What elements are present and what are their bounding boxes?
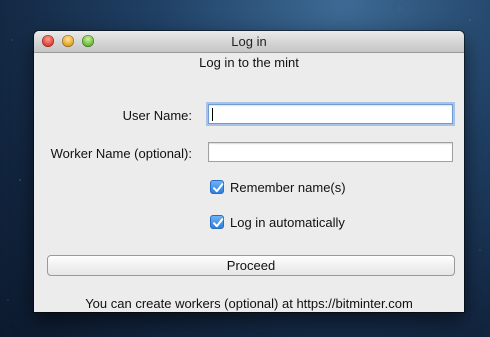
remember-names-label[interactable]: Remember name(s) bbox=[230, 180, 346, 195]
remember-names-checkbox[interactable] bbox=[210, 180, 224, 194]
login-window: Log in Log in to the mint User Name: Wor… bbox=[34, 31, 464, 312]
user-name-label: User Name: bbox=[122, 108, 192, 123]
title-bar[interactable]: Log in bbox=[34, 31, 464, 53]
text-caret bbox=[212, 108, 213, 121]
window-title: Log in bbox=[231, 34, 267, 49]
form-heading: Log in to the mint bbox=[199, 55, 299, 70]
checkmark-icon bbox=[213, 183, 224, 193]
footer-note: You can create workers (optional) at htt… bbox=[85, 296, 413, 311]
worker-name-label: Worker Name (optional): bbox=[50, 146, 192, 161]
auto-login-checkbox[interactable] bbox=[210, 215, 224, 229]
worker-name-input[interactable] bbox=[208, 142, 453, 162]
user-name-input[interactable] bbox=[208, 104, 453, 124]
auto-login-label[interactable]: Log in automatically bbox=[230, 215, 345, 230]
checkmark-icon bbox=[213, 218, 224, 228]
proceed-button[interactable]: Proceed bbox=[47, 255, 455, 276]
